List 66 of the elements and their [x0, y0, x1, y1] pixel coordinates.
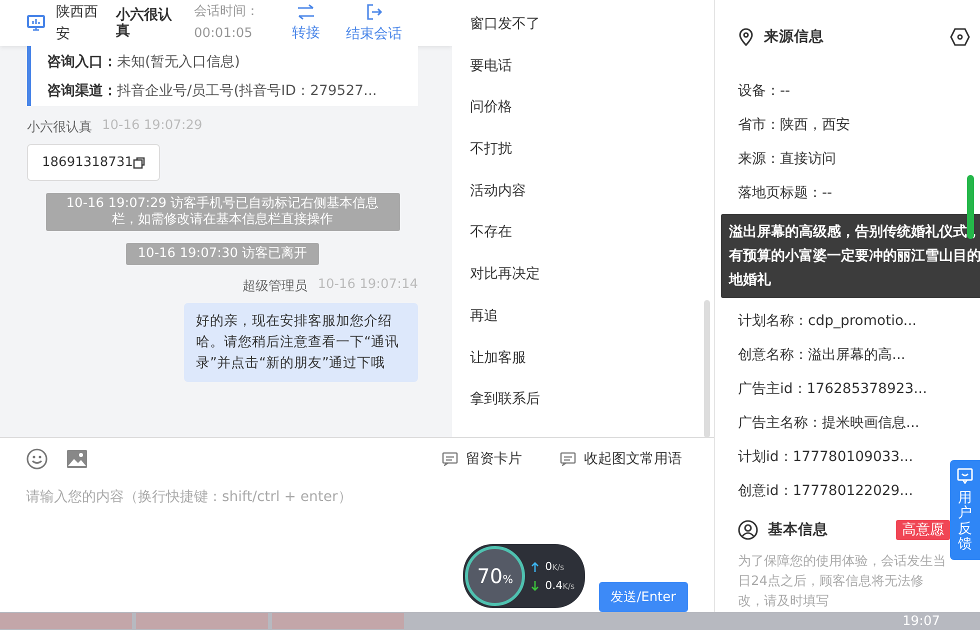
- header-action-button[interactable]: 结束会话: [338, 3, 410, 43]
- info-row-text: 创意id：177780122029...: [738, 482, 914, 501]
- header-action-button[interactable]: 转接: [284, 4, 328, 42]
- message-time: 10-16 19:07:29: [102, 118, 202, 135]
- image-icon[interactable]: [66, 449, 88, 469]
- info-row-text: 广告主id：176285378923...: [738, 380, 928, 399]
- phrase-item[interactable]: 对比再决定: [470, 256, 714, 298]
- system-notice: 10-16 19:07:30 访客已离开: [126, 243, 320, 265]
- exit-icon: [365, 3, 383, 21]
- taskbar-app[interactable]: [136, 613, 268, 629]
- swap-arrows-icon: [296, 4, 316, 20]
- feedback-button[interactable]: 用户反馈: [950, 460, 980, 560]
- taskbar-app[interactable]: [0, 613, 132, 629]
- info-row-text: 省市：陕西，西安: [738, 116, 850, 135]
- info-row-text: 落地页标题：--: [738, 184, 832, 203]
- hexagon-settings-icon[interactable]: [950, 28, 970, 46]
- phrase-item[interactable]: 不打扰: [470, 131, 714, 173]
- message-bubble: 好的亲，现在安排客服加您介绍哈。请您稍后注意查看一下“通讯录”并点击“新的朋友”通过下哦: [184, 303, 418, 382]
- info-note: 为了保障您的使用体验，会话发生当日24点之后，顾客信息将无法修改，请及时填写: [738, 553, 947, 611]
- phrase-item[interactable]: 窗口发不了: [470, 6, 714, 48]
- consult-info: 咨询入口：未知(暂无入口信息): [47, 53, 241, 72]
- scrollbar[interactable]: [967, 175, 974, 239]
- copy-icon[interactable]: [132, 156, 145, 168]
- section-title: 来源信息: [764, 28, 824, 46]
- session-time: 00:01:05: [194, 25, 254, 43]
- phrase-item[interactable]: 要电话: [470, 48, 714, 90]
- upload-rate: 0K/s: [545, 560, 564, 573]
- consult-info: 咨询渠道：抖音企业号/员工号(抖音号ID：279527...: [47, 82, 378, 101]
- info-row-text: 计划id：177780109033...: [738, 448, 914, 467]
- taskbar-app[interactable]: [272, 613, 404, 629]
- taskbar-clock: 19:07: [902, 614, 940, 628]
- visitor-name: 小六很认真: [116, 7, 173, 39]
- phrase-item[interactable]: 活动内容: [470, 172, 714, 214]
- chat-bubble-icon: [560, 452, 576, 466]
- visitor-location: 陕西西安: [56, 3, 99, 44]
- toolbar-link[interactable]: 收起图文常用语: [554, 449, 688, 469]
- chat-bubble-icon: [442, 452, 458, 466]
- sender-name: 超级管理员: [242, 278, 308, 295]
- location-pin-icon: [738, 28, 754, 46]
- phrase-item[interactable]: 不存在: [470, 214, 714, 256]
- intent-tag: 高意愿: [896, 520, 950, 540]
- phrase-item[interactable]: 再追: [470, 298, 714, 340]
- message-bubble: 18691318731: [27, 144, 160, 181]
- usage-percent: 70%: [477, 564, 514, 588]
- monitor-icon: [26, 13, 46, 33]
- toolbar-link[interactable]: 留资卡片: [436, 449, 528, 469]
- info-row-text: 计划名称：cdp_promotio...: [738, 312, 917, 331]
- phrase-item[interactable]: 让加客服: [470, 340, 714, 382]
- info-row-text: 创意名称：溢出屏幕的高...: [738, 346, 906, 365]
- info-row-text: 设备：--: [738, 82, 790, 101]
- info-row-text: 来源：直接访问: [738, 150, 836, 169]
- user-circle-icon: [738, 520, 758, 540]
- up-arrow-icon: [531, 562, 540, 572]
- section-title: 基本信息: [768, 520, 828, 540]
- scrollbar[interactable]: [704, 300, 710, 438]
- phrase-item[interactable]: 拿到联系后: [470, 381, 714, 423]
- download-rate: 0.4K/s: [545, 579, 575, 592]
- emoji-icon[interactable]: [26, 448, 48, 470]
- down-arrow-icon: [531, 580, 540, 590]
- sender-name: 小六很认真: [27, 119, 92, 136]
- message-time: 10-16 19:07:14: [318, 277, 418, 294]
- session-label: 会话时间：: [194, 3, 260, 21]
- chat-bubble-icon: [957, 468, 973, 484]
- phrase-item[interactable]: 问价格: [470, 89, 714, 132]
- info-row-text: 广告主名称：提米映画信息...: [738, 414, 920, 433]
- system-notice: 10-16 19:07:29 访客手机号已自动标记右侧基本信息栏，如需修改请在基本信息栏直接操作: [46, 193, 400, 231]
